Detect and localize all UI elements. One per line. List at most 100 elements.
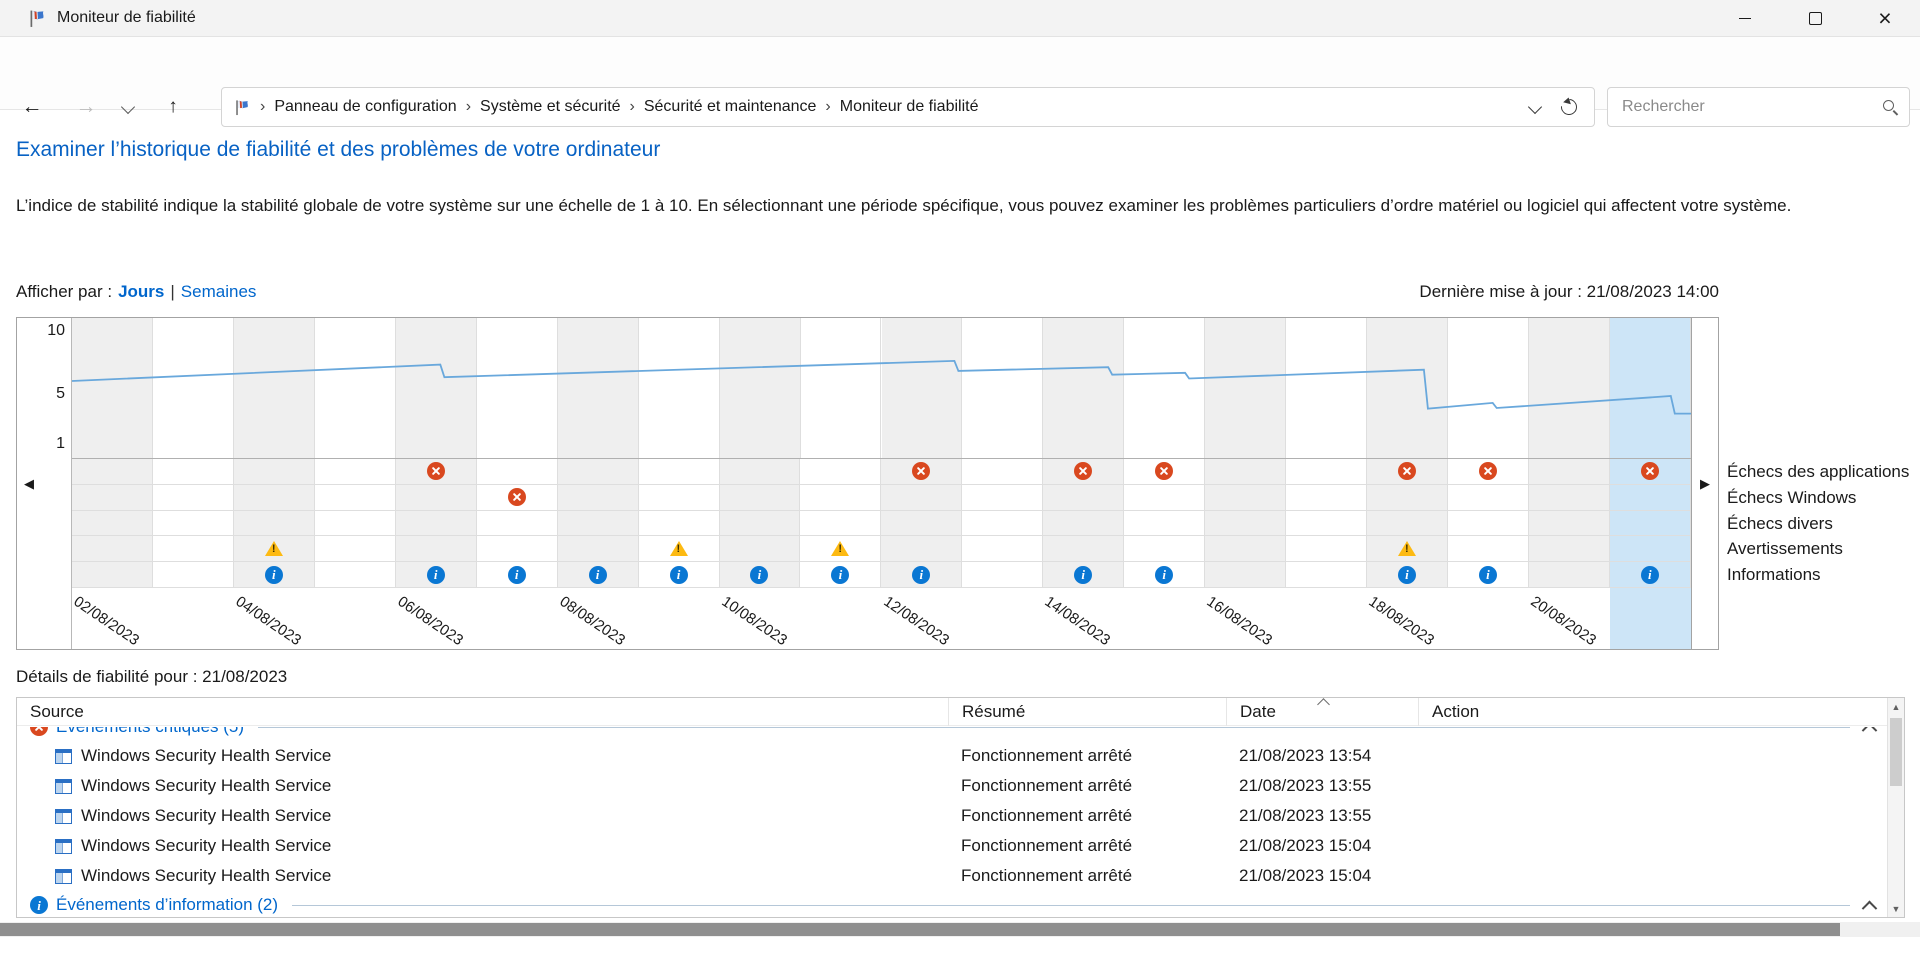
event-cell[interactable] [1043,536,1125,563]
table-row[interactable]: Windows Security Health Service Fonctionn… [17,861,1887,891]
event-cell[interactable] [800,510,882,537]
chart-day-column[interactable] [1043,318,1125,458]
event-cell[interactable] [476,562,558,588]
event-cell[interactable] [152,562,234,588]
event-cell[interactable] [719,459,801,485]
event-cell[interactable] [72,536,153,563]
info-icon[interactable] [588,565,607,584]
event-cell[interactable] [314,536,396,563]
event-cell[interactable] [72,459,153,485]
event-cell[interactable] [1124,536,1206,563]
event-cell[interactable] [1124,510,1206,537]
breadcrumb-item[interactable]: Système et sécurité [480,98,621,116]
chart-day-column[interactable] [315,318,396,458]
event-cell[interactable] [1528,562,1610,588]
event-cell[interactable] [72,562,153,588]
info-icon[interactable] [912,565,931,584]
event-cell[interactable] [1367,536,1448,563]
event-cell[interactable] [719,562,801,588]
event-cell[interactable] [233,484,315,511]
view-option-days[interactable]: Jours [118,282,164,302]
event-cell[interactable] [1447,536,1529,563]
event-cell[interactable] [395,562,477,588]
error-icon[interactable] [507,488,526,507]
breadcrumb-item[interactable]: Moniteur de fiabilité [840,98,979,116]
event-cell[interactable] [800,536,882,563]
event-cell[interactable] [1043,510,1125,537]
event-cell[interactable] [1205,484,1287,511]
event-cell[interactable] [800,459,882,485]
info-icon[interactable] [426,565,445,584]
chart-day-column[interactable] [1205,318,1287,458]
event-cell[interactable] [557,484,639,511]
event-cell[interactable] [1528,459,1610,485]
column-header-action[interactable]: Action [1419,698,1887,726]
event-cell[interactable] [800,562,882,588]
info-icon[interactable] [1155,565,1174,584]
group-label[interactable]: Événements d’information (2) [56,895,278,915]
info-icon[interactable] [831,565,850,584]
event-cell[interactable] [476,459,558,485]
refresh-button[interactable] [1552,90,1586,124]
event-cell[interactable] [881,459,963,485]
event-cell[interactable] [1609,484,1691,511]
event-cell[interactable] [152,536,234,563]
event-cell[interactable] [557,459,639,485]
minimize-button[interactable] [1710,0,1780,37]
chart-day-column[interactable] [1367,318,1449,458]
event-cell[interactable] [1528,484,1610,511]
chart-day-column[interactable] [153,318,234,458]
info-icon[interactable] [750,565,769,584]
event-cell[interactable] [1124,459,1206,485]
event-cell[interactable] [1447,510,1529,537]
warning-icon[interactable] [669,541,688,557]
chart-day-column[interactable] [962,318,1044,458]
event-cell[interactable] [800,484,882,511]
event-cell[interactable] [1528,536,1610,563]
event-cell[interactable] [557,510,639,537]
info-icon[interactable] [1640,565,1659,584]
event-cell[interactable] [1205,510,1287,537]
maximize-button[interactable] [1780,0,1850,37]
event-cell[interactable] [1528,510,1610,537]
chart-day-column[interactable] [233,318,315,458]
event-cell[interactable] [233,459,315,485]
event-cell[interactable] [395,510,477,537]
chart-day-column[interactable] [881,318,963,458]
event-cell[interactable] [557,536,639,563]
error-icon[interactable] [1397,462,1416,481]
event-cell[interactable] [881,510,963,537]
event-cell[interactable] [395,484,477,511]
search-box[interactable] [1607,87,1910,127]
event-cell[interactable] [233,562,315,588]
event-cell[interactable] [638,510,720,537]
event-cell[interactable] [314,459,396,485]
event-cell[interactable] [962,459,1044,485]
event-cell[interactable] [1447,459,1529,485]
address-dropdown-button[interactable] [1518,90,1552,124]
info-icon[interactable] [669,565,688,584]
event-cell[interactable] [1286,459,1367,485]
event-cell[interactable] [152,484,234,511]
table-row[interactable]: Windows Security Health Service Fonctionn… [17,741,1887,771]
event-cell[interactable] [1609,562,1691,588]
event-cell[interactable] [719,510,801,537]
event-cell[interactable] [881,536,963,563]
up-button[interactable]: ↑ [153,87,193,127]
event-cell[interactable] [476,536,558,563]
event-cell[interactable] [72,510,153,537]
error-icon[interactable] [1155,462,1174,481]
event-cell[interactable] [962,536,1044,563]
table-group-row[interactable]: Événements d’information (2) [17,891,1887,917]
search-input[interactable] [1620,97,1882,117]
event-cell[interactable] [1367,484,1448,511]
event-cell[interactable] [314,562,396,588]
event-cell[interactable] [1043,562,1125,588]
group-label[interactable]: Événements critiques (5) [56,727,244,737]
table-group-row[interactable]: Événements critiques (5) [17,727,1887,741]
event-cell[interactable] [1609,459,1691,485]
event-cell[interactable] [1205,459,1287,485]
event-cell[interactable] [638,536,720,563]
event-cell[interactable] [1447,484,1529,511]
close-button[interactable]: × [1850,0,1920,37]
